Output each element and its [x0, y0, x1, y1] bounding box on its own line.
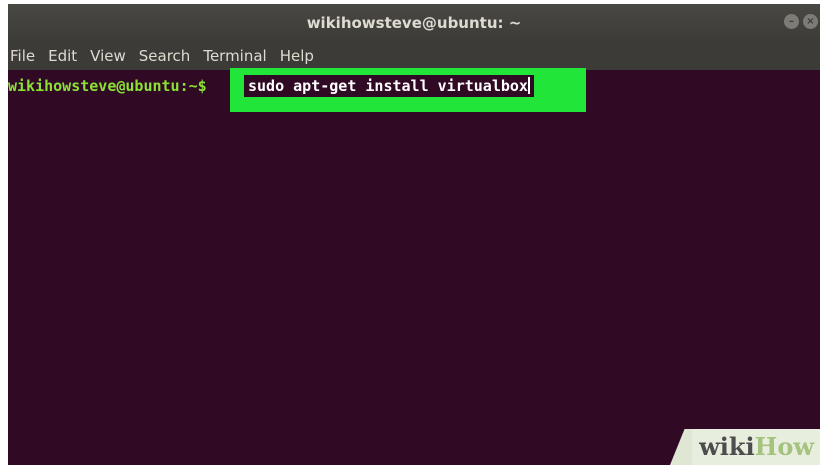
watermark-how: How	[754, 432, 814, 461]
menu-edit[interactable]: Edit	[48, 47, 77, 65]
window-title: wikihowsteve@ubuntu: ~	[306, 14, 522, 32]
menu-view[interactable]: View	[90, 47, 126, 65]
close-button[interactable]: ×	[803, 14, 818, 29]
menu-file[interactable]: File	[10, 47, 35, 65]
screenshot-frame: wikihowsteve@ubuntu: ~ – × File Edit Vie…	[0, 0, 820, 465]
menu-terminal[interactable]: Terminal	[203, 47, 266, 65]
menu-bar: File Edit View Search Terminal Help	[8, 42, 820, 70]
minimize-button[interactable]: –	[784, 14, 799, 29]
command-line[interactable]: sudo apt-get install virtualbox	[244, 75, 534, 97]
terminal-area[interactable]: wikihowsteve@ubuntu:~$ sudo apt-get inst…	[8, 68, 820, 465]
wikihow-watermark-logo: wikiHow	[699, 432, 814, 461]
window-controls: – ×	[784, 14, 818, 29]
watermark-wiki: wiki	[699, 432, 755, 461]
command-text: sudo apt-get install virtualbox	[248, 77, 528, 95]
terminal-window: wikihowsteve@ubuntu: ~ – × File Edit Vie…	[8, 4, 820, 465]
menu-search[interactable]: Search	[139, 47, 191, 65]
shell-prompt: wikihowsteve@ubuntu:~$	[8, 77, 207, 95]
menu-help[interactable]: Help	[280, 47, 314, 65]
text-cursor	[527, 77, 530, 94]
title-bar[interactable]: wikihowsteve@ubuntu: ~ – ×	[8, 4, 820, 42]
